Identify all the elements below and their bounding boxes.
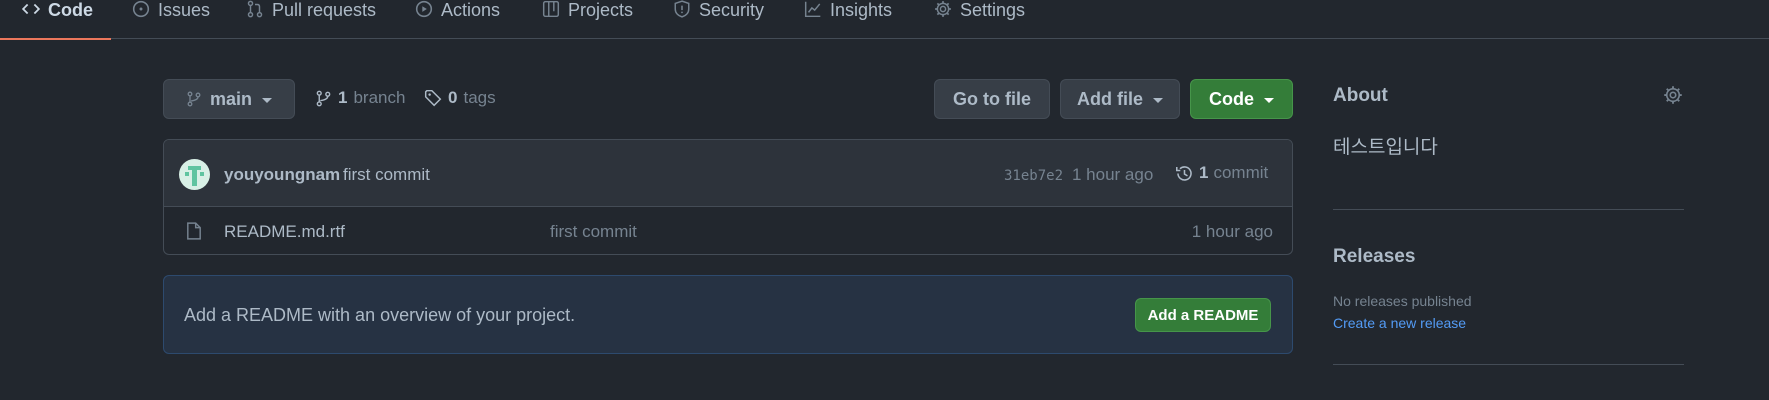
file-icon	[187, 222, 201, 240]
branches-link[interactable]: 1 branch	[315, 88, 405, 108]
tab-insights[interactable]: Insights	[804, 0, 892, 39]
chevron-down-icon	[1264, 97, 1274, 103]
tab-label: Insights	[830, 0, 893, 20]
commit-word: commit	[1213, 163, 1269, 182]
history-icon	[1176, 165, 1192, 181]
commit-author[interactable]: youyoungnam	[224, 165, 340, 185]
add-file-label: Add file	[1077, 88, 1143, 109]
tab-label: Pull requests	[272, 0, 377, 20]
gear-icon[interactable]	[1663, 85, 1683, 105]
repo-nav: Code Issues Pull requests Actions Projec…	[0, 0, 1769, 40]
file-commit-message[interactable]: first commit	[550, 222, 637, 242]
go-to-file-label: Go to file	[953, 88, 1031, 109]
issue-icon	[132, 0, 150, 18]
tab-security[interactable]: Security	[673, 0, 764, 39]
commit-time: 1 hour ago	[1072, 165, 1154, 184]
code-icon	[22, 3, 40, 15]
branch-select-button[interactable]: main	[163, 79, 295, 119]
tab-pull-requests[interactable]: Pull requests	[246, 0, 376, 39]
add-readme-button[interactable]: Add a README	[1135, 298, 1271, 332]
about-heading: About	[1333, 85, 1388, 106]
chevron-down-icon	[262, 97, 272, 103]
gear-icon	[935, 1, 951, 17]
tab-label: Code	[48, 0, 93, 20]
tab-code[interactable]: Code	[0, 0, 111, 40]
no-releases-text: No releases published	[1333, 293, 1472, 309]
sidebar-divider	[1333, 364, 1684, 365]
file-row: README.md.rtf first commit 1 hour ago	[164, 207, 1292, 254]
branch-word: branch	[353, 88, 406, 107]
tag-word: tags	[463, 88, 496, 107]
file-name-link[interactable]: README.md.rtf	[224, 222, 345, 242]
commit-message[interactable]: first commit	[343, 165, 430, 185]
sidebar-divider	[1333, 209, 1684, 210]
code-button[interactable]: Code	[1190, 79, 1293, 119]
tab-label: Projects	[568, 0, 634, 20]
add-file-button[interactable]: Add file	[1060, 79, 1180, 119]
file-browser: youyoungnam first commit 31eb7e2 1 hour …	[163, 139, 1293, 255]
branch-icon	[316, 90, 331, 106]
tab-actions[interactable]: Actions	[415, 0, 500, 39]
avatar[interactable]	[179, 159, 210, 190]
branch-name: main	[209, 88, 252, 109]
tab-projects[interactable]: Projects	[542, 0, 633, 39]
file-time: 1 hour ago	[1191, 222, 1273, 241]
shield-icon	[674, 0, 690, 18]
pull-request-icon	[247, 0, 263, 18]
tab-label: Issues	[158, 0, 211, 20]
tab-issues[interactable]: Issues	[132, 0, 210, 39]
tab-label: Actions	[441, 0, 501, 20]
go-to-file-button[interactable]: Go to file	[934, 79, 1050, 119]
tag-count: 0	[448, 88, 458, 107]
tags-link[interactable]: 0 tags	[424, 88, 496, 108]
branch-icon	[187, 91, 201, 107]
releases-heading[interactable]: Releases	[1333, 246, 1415, 268]
latest-commit-row: youyoungnam first commit 31eb7e2 1 hour …	[164, 140, 1292, 207]
commit-sha[interactable]: 31eb7e2	[1004, 168, 1063, 184]
commit-history-link[interactable]: 1 commit	[1175, 163, 1268, 183]
code-button-label: Code	[1209, 88, 1254, 109]
repo-description: 테스트입니다	[1333, 137, 1438, 158]
commit-count: 1	[1199, 163, 1209, 182]
add-readme-label: Add a README	[1147, 306, 1259, 324]
tag-icon	[424, 89, 442, 107]
play-icon	[415, 0, 433, 18]
table-icon	[542, 0, 560, 18]
tab-label: Security	[699, 0, 765, 20]
chevron-down-icon	[1153, 97, 1163, 103]
branch-count: 1	[338, 88, 348, 107]
tab-settings[interactable]: Settings	[934, 0, 1025, 39]
identicon-image	[185, 166, 204, 186]
graph-icon	[804, 1, 821, 18]
readme-banner: Add a README with an overview of your pr…	[163, 275, 1293, 354]
create-release-link[interactable]: Create a new release	[1333, 315, 1466, 331]
tab-label: Settings	[960, 0, 1026, 20]
readme-banner-text: Add a README with an overview of your pr…	[184, 305, 576, 325]
